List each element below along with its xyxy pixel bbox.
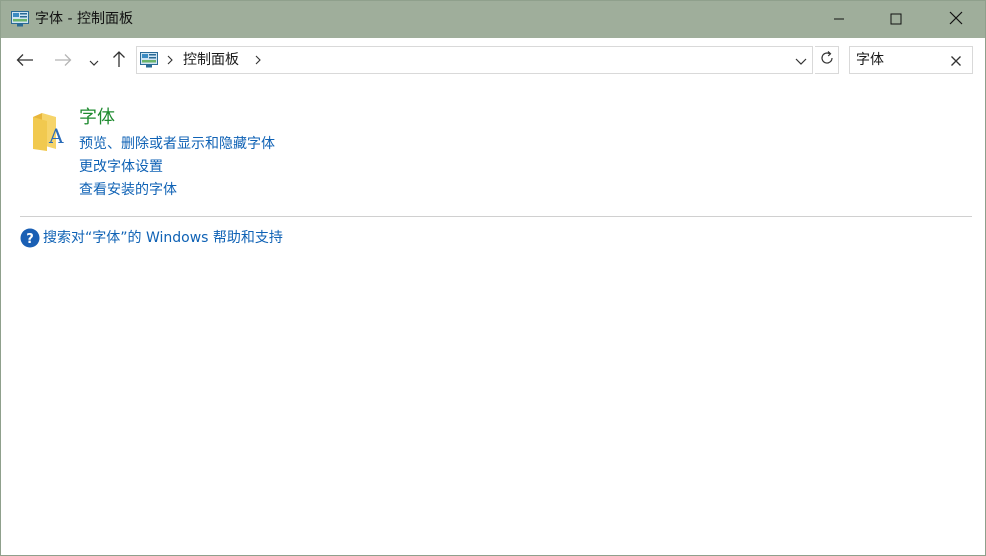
svg-text:A: A [48, 124, 64, 148]
control-panel-window: 字体 - 控制面板 控制面板 字体 A 字体 预览、删除或者显示和隐藏字体 更改… [0, 0, 986, 556]
title-bar[interactable]: 字体 - 控制面板 [1, 1, 985, 38]
minimize-icon [833, 10, 845, 29]
maximize-icon [890, 10, 902, 29]
arrow-right-icon [54, 52, 72, 71]
search-results: A 字体 预览、删除或者显示和隐藏字体 更改字体设置 查看安装的字体 ? 搜索对… [1, 82, 985, 555]
arrow-up-icon [112, 50, 126, 72]
control-panel-icon [140, 52, 158, 68]
breadcrumb-separator-icon[interactable] [253, 52, 263, 68]
refresh-icon [819, 50, 835, 70]
fonts-heading-link[interactable]: 字体 [79, 107, 115, 129]
fonts-folder-icon[interactable]: A [30, 111, 64, 151]
close-button[interactable] [933, 1, 979, 38]
close-icon [949, 10, 963, 29]
view-installed-fonts-link[interactable]: 查看安装的字体 [79, 181, 177, 199]
windows-help-link[interactable]: 搜索对“字体”的 Windows 帮助和支持 [43, 229, 283, 247]
help-icon[interactable]: ? [20, 228, 40, 248]
up-button[interactable] [108, 50, 130, 72]
recent-locations-button[interactable] [85, 50, 103, 72]
navigation-bar: 控制面板 字体 [1, 38, 985, 82]
forward-button[interactable] [51, 50, 75, 72]
arrow-left-icon [16, 52, 34, 71]
close-icon[interactable] [948, 53, 964, 69]
svg-text:?: ? [26, 232, 34, 247]
chevron-down-icon[interactable] [793, 53, 809, 69]
address-bar[interactable]: 控制面板 [136, 46, 813, 74]
search-box[interactable]: 字体 [849, 46, 973, 74]
minimize-button[interactable] [816, 1, 862, 38]
change-font-settings-link[interactable]: 更改字体设置 [79, 158, 163, 176]
window-title: 字体 - 控制面板 [35, 11, 133, 27]
divider [20, 216, 972, 217]
back-button[interactable] [13, 50, 37, 72]
maximize-button[interactable] [873, 1, 919, 38]
breadcrumb-control-panel[interactable]: 控制面板 [183, 52, 239, 69]
search-input[interactable]: 字体 [856, 52, 884, 69]
refresh-button[interactable] [815, 46, 839, 74]
preview-delete-show-hide-fonts-link[interactable]: 预览、删除或者显示和隐藏字体 [79, 135, 275, 153]
chevron-down-icon [89, 52, 99, 71]
breadcrumb-separator-icon[interactable] [165, 52, 175, 68]
control-panel-icon [11, 11, 29, 27]
